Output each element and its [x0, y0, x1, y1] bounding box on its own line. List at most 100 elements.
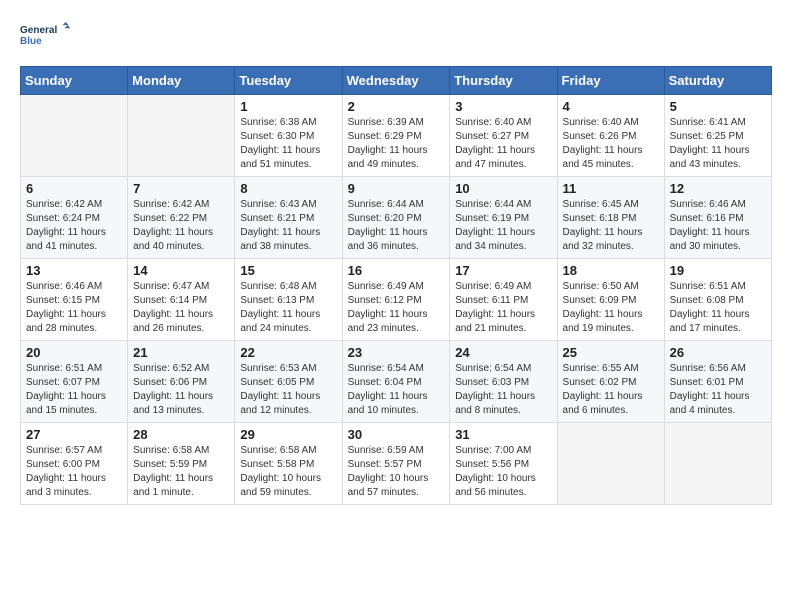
calendar-cell: [664, 423, 771, 505]
calendar-cell: 28 Sunrise: 6:58 AM Sunset: 5:59 PM Dayli…: [128, 423, 235, 505]
day-info: Sunrise: 6:52 AM Sunset: 6:06 PM Dayligh…: [133, 362, 229, 418]
day-number: 12: [670, 181, 766, 196]
day-number: 29: [240, 427, 336, 442]
calendar-cell: 30 Sunrise: 6:59 AM Sunset: 5:57 PM Dayli…: [342, 423, 450, 505]
calendar-cell: 20 Sunrise: 6:51 AM Sunset: 6:07 PM Dayli…: [21, 341, 128, 423]
day-number: 26: [670, 345, 766, 360]
calendar-cell: 4 Sunrise: 6:40 AM Sunset: 6:26 PM Daylig…: [557, 95, 664, 177]
week-row-5: 27 Sunrise: 6:57 AM Sunset: 6:00 PM Dayli…: [21, 423, 772, 505]
calendar-cell: [21, 95, 128, 177]
day-info: Sunrise: 6:47 AM Sunset: 6:14 PM Dayligh…: [133, 280, 229, 336]
day-info: Sunrise: 6:54 AM Sunset: 6:03 PM Dayligh…: [455, 362, 551, 418]
day-number: 25: [563, 345, 659, 360]
day-number: 28: [133, 427, 229, 442]
day-number: 20: [26, 345, 122, 360]
day-info: Sunrise: 6:42 AM Sunset: 6:24 PM Dayligh…: [26, 198, 122, 254]
day-number: 15: [240, 263, 336, 278]
day-info: Sunrise: 6:40 AM Sunset: 6:27 PM Dayligh…: [455, 116, 551, 172]
day-number: 24: [455, 345, 551, 360]
day-number: 21: [133, 345, 229, 360]
header-wednesday: Wednesday: [342, 67, 450, 95]
day-info: Sunrise: 6:38 AM Sunset: 6:30 PM Dayligh…: [240, 116, 336, 172]
day-info: Sunrise: 6:41 AM Sunset: 6:25 PM Dayligh…: [670, 116, 766, 172]
calendar-cell: 15Sunrise: 6:48 AM Sunset: 6:13 PM Dayli…: [235, 259, 342, 341]
header-saturday: Saturday: [664, 67, 771, 95]
day-number: 5: [670, 99, 766, 114]
calendar-cell: 18Sunrise: 6:50 AM Sunset: 6:09 PM Dayli…: [557, 259, 664, 341]
calendar-cell: 24 Sunrise: 6:54 AM Sunset: 6:03 PM Dayli…: [450, 341, 557, 423]
day-info: Sunrise: 6:55 AM Sunset: 6:02 PM Dayligh…: [563, 362, 659, 418]
day-info: Sunrise: 6:57 AM Sunset: 6:00 PM Dayligh…: [26, 444, 122, 500]
week-row-4: 20 Sunrise: 6:51 AM Sunset: 6:07 PM Dayli…: [21, 341, 772, 423]
day-number: 11: [563, 181, 659, 196]
header-sunday: Sunday: [21, 67, 128, 95]
calendar-cell: 17 Sunrise: 6:49 AM Sunset: 6:11 PM Dayli…: [450, 259, 557, 341]
day-number: 10: [455, 181, 551, 196]
day-info: Sunrise: 6:44 AM Sunset: 6:20 PM Dayligh…: [348, 198, 445, 254]
day-info: Sunrise: 6:56 AM Sunset: 6:01 PM Dayligh…: [670, 362, 766, 418]
day-info: Sunrise: 6:58 AM Sunset: 5:58 PM Dayligh…: [240, 444, 336, 500]
calendar-cell: 8 Sunrise: 6:43 AM Sunset: 6:21 PM Daylig…: [235, 177, 342, 259]
day-info: Sunrise: 6:46 AM Sunset: 6:15 PM Dayligh…: [26, 280, 122, 336]
calendar-cell: [128, 95, 235, 177]
day-number: 19: [670, 263, 766, 278]
day-number: 17: [455, 263, 551, 278]
day-number: 16: [348, 263, 445, 278]
calendar-cell: 22Sunrise: 6:53 AM Sunset: 6:05 PM Dayli…: [235, 341, 342, 423]
day-number: 23: [348, 345, 445, 360]
calendar-cell: 25 Sunrise: 6:55 AM Sunset: 6:02 PM Dayli…: [557, 341, 664, 423]
week-row-3: 13 Sunrise: 6:46 AM Sunset: 6:15 PM Dayli…: [21, 259, 772, 341]
day-info: Sunrise: 6:42 AM Sunset: 6:22 PM Dayligh…: [133, 198, 229, 254]
day-number: 4: [563, 99, 659, 114]
day-number: 31: [455, 427, 551, 442]
calendar-cell: 26 Sunrise: 6:56 AM Sunset: 6:01 PM Dayli…: [664, 341, 771, 423]
day-info: Sunrise: 6:39 AM Sunset: 6:29 PM Dayligh…: [348, 116, 445, 172]
day-info: Sunrise: 6:49 AM Sunset: 6:12 PM Dayligh…: [348, 280, 445, 336]
day-info: Sunrise: 6:58 AM Sunset: 5:59 PM Dayligh…: [133, 444, 229, 500]
calendar-header-row: SundayMondayTuesdayWednesdayThursdayFrid…: [21, 67, 772, 95]
day-number: 27: [26, 427, 122, 442]
calendar-cell: 29 Sunrise: 6:58 AM Sunset: 5:58 PM Dayli…: [235, 423, 342, 505]
day-info: Sunrise: 6:46 AM Sunset: 6:16 PM Dayligh…: [670, 198, 766, 254]
day-info: Sunrise: 6:54 AM Sunset: 6:04 PM Dayligh…: [348, 362, 445, 418]
day-number: 1: [240, 99, 336, 114]
calendar-cell: 9 Sunrise: 6:44 AM Sunset: 6:20 PM Daylig…: [342, 177, 450, 259]
header-tuesday: Tuesday: [235, 67, 342, 95]
calendar-cell: 19 Sunrise: 6:51 AM Sunset: 6:08 PM Dayli…: [664, 259, 771, 341]
day-info: Sunrise: 6:50 AM Sunset: 6:09 PM Dayligh…: [563, 280, 659, 336]
calendar-cell: 5 Sunrise: 6:41 AM Sunset: 6:25 PM Daylig…: [664, 95, 771, 177]
week-row-1: 1 Sunrise: 6:38 AM Sunset: 6:30 PM Daylig…: [21, 95, 772, 177]
day-number: 13: [26, 263, 122, 278]
calendar-cell: 12 Sunrise: 6:46 AM Sunset: 6:16 PM Dayli…: [664, 177, 771, 259]
logo-svg: General Blue: [20, 16, 70, 56]
day-number: 7: [133, 181, 229, 196]
week-row-2: 6 Sunrise: 6:42 AM Sunset: 6:24 PM Daylig…: [21, 177, 772, 259]
calendar-cell: 14Sunrise: 6:47 AM Sunset: 6:14 PM Dayli…: [128, 259, 235, 341]
day-info: Sunrise: 6:44 AM Sunset: 6:19 PM Dayligh…: [455, 198, 551, 254]
day-info: Sunrise: 6:49 AM Sunset: 6:11 PM Dayligh…: [455, 280, 551, 336]
day-info: Sunrise: 6:51 AM Sunset: 6:07 PM Dayligh…: [26, 362, 122, 418]
calendar-cell: 1 Sunrise: 6:38 AM Sunset: 6:30 PM Daylig…: [235, 95, 342, 177]
calendar-cell: 2Sunrise: 6:39 AM Sunset: 6:29 PM Daylig…: [342, 95, 450, 177]
calendar-cell: 23 Sunrise: 6:54 AM Sunset: 6:04 PM Dayli…: [342, 341, 450, 423]
calendar-cell: 11Sunrise: 6:45 AM Sunset: 6:18 PM Dayli…: [557, 177, 664, 259]
logo: General Blue: [20, 16, 70, 56]
day-info: Sunrise: 6:43 AM Sunset: 6:21 PM Dayligh…: [240, 198, 336, 254]
day-info: Sunrise: 6:53 AM Sunset: 6:05 PM Dayligh…: [240, 362, 336, 418]
svg-text:Blue: Blue: [20, 36, 42, 47]
calendar-cell: 3 Sunrise: 6:40 AM Sunset: 6:27 PM Daylig…: [450, 95, 557, 177]
calendar-cell: 16 Sunrise: 6:49 AM Sunset: 6:12 PM Dayli…: [342, 259, 450, 341]
day-info: Sunrise: 6:59 AM Sunset: 5:57 PM Dayligh…: [348, 444, 445, 500]
day-number: 6: [26, 181, 122, 196]
svg-text:General: General: [20, 25, 57, 36]
day-number: 30: [348, 427, 445, 442]
day-number: 8: [240, 181, 336, 196]
day-number: 3: [455, 99, 551, 114]
day-number: 9: [348, 181, 445, 196]
calendar-cell: 10 Sunrise: 6:44 AM Sunset: 6:19 PM Dayli…: [450, 177, 557, 259]
calendar-cell: 6 Sunrise: 6:42 AM Sunset: 6:24 PM Daylig…: [21, 177, 128, 259]
day-info: Sunrise: 6:40 AM Sunset: 6:26 PM Dayligh…: [563, 116, 659, 172]
page: General Blue SundayMondayTuesdayWednesda…: [0, 0, 792, 525]
day-info: Sunrise: 7:00 AM Sunset: 5:56 PM Dayligh…: [455, 444, 551, 500]
day-info: Sunrise: 6:51 AM Sunset: 6:08 PM Dayligh…: [670, 280, 766, 336]
